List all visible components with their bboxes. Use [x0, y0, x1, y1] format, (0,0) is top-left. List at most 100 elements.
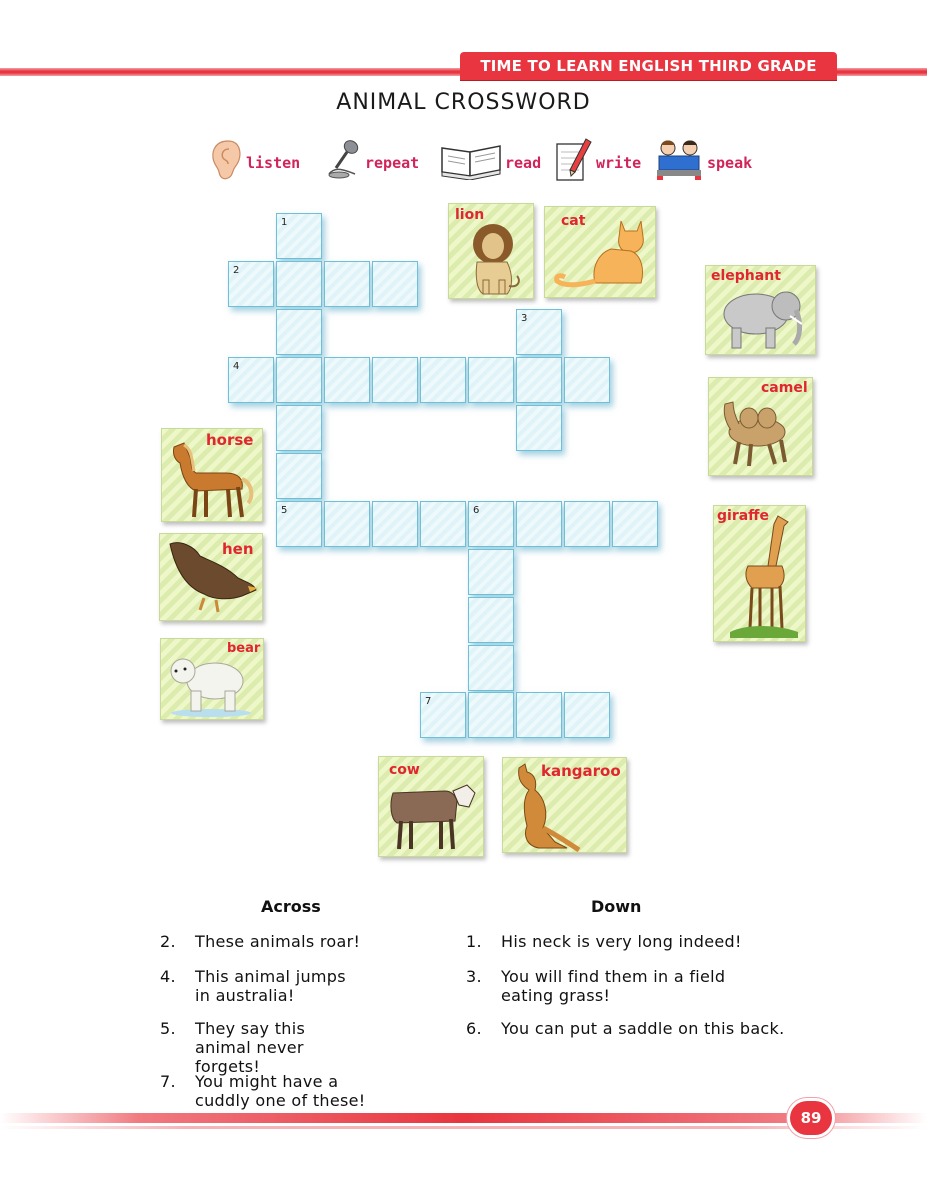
kids-talking-icon	[657, 140, 701, 180]
camel-picture	[723, 401, 787, 467]
footer-rule-thin	[0, 1126, 927, 1129]
down-clue: 6. You can put a saddle on this back.	[466, 1019, 796, 1039]
clue-text: You will find them in a field eating gra…	[501, 967, 726, 1005]
pencil-paper-icon	[556, 138, 592, 181]
clue-number: 6	[473, 505, 480, 516]
crossword-cell[interactable]: 2	[228, 261, 274, 307]
crossword-cell[interactable]: 4	[228, 357, 274, 403]
clue-num: 7.	[160, 1072, 176, 1091]
crossword-cell[interactable]	[276, 405, 322, 451]
crossword-cell[interactable]: 7	[420, 692, 466, 738]
cow-picture	[390, 784, 476, 850]
crossword-cell[interactable]	[324, 357, 370, 403]
clue-text: These animals roar!	[195, 932, 361, 951]
horse-picture	[173, 442, 254, 518]
elephant-picture	[723, 291, 803, 349]
animal-card-kangaroo: kangaroo	[502, 757, 627, 853]
crossword-cell[interactable]	[564, 357, 610, 403]
page-number: 89	[790, 1101, 832, 1135]
crossword-cell[interactable]: 3	[516, 309, 562, 355]
clue-number: 5	[281, 505, 288, 516]
crossword-cell[interactable]	[372, 501, 418, 547]
instruction-listen: listen	[208, 138, 308, 183]
clue-text: This animal jumps in australia!	[195, 967, 346, 1005]
crossword-cell[interactable]	[612, 501, 658, 547]
down-clue: 3. You will find them in a field eating …	[466, 967, 796, 1007]
ear-icon	[212, 140, 241, 180]
animal-card-lion: lion	[448, 203, 534, 299]
down-clue: 1. His neck is very long indeed!	[466, 932, 796, 952]
crossword-cell[interactable]	[468, 549, 514, 595]
cat-picture	[554, 220, 644, 288]
across-clue: 5. They say this animal never forgets!	[160, 1019, 430, 1076]
animal-label: elephant	[711, 268, 781, 284]
crossword-cell[interactable]	[468, 597, 514, 643]
animal-card-hen: hen	[159, 533, 263, 621]
animal-card-elephant: elephant	[705, 265, 816, 355]
book-icon	[441, 145, 501, 180]
clue-number: 7	[425, 696, 432, 707]
hen-picture	[169, 542, 258, 613]
crossword-cell[interactable]	[276, 357, 322, 403]
animal-label: lion	[455, 207, 485, 223]
instruction-speak: speak	[655, 138, 765, 183]
crossword-cell[interactable]	[468, 692, 514, 738]
clue-text: His neck is very long indeed!	[501, 932, 742, 951]
crossword-cell[interactable]	[372, 357, 418, 403]
instruction-read: read	[440, 138, 550, 183]
clue-number: 4	[233, 361, 240, 372]
crossword-cell[interactable]	[276, 261, 322, 307]
crossword-cell[interactable]	[564, 692, 610, 738]
crossword-cell[interactable]	[468, 357, 514, 403]
crossword-cell[interactable]	[516, 405, 562, 451]
animal-card-horse: horse	[161, 428, 263, 522]
crossword-cell[interactable]	[324, 501, 370, 547]
crossword-cell[interactable]	[276, 309, 322, 355]
instruction-label: read	[505, 154, 542, 172]
footer-rule	[0, 1113, 927, 1123]
crossword-cell[interactable]	[276, 453, 322, 499]
polar-bear-picture	[170, 658, 251, 717]
crossword-cell[interactable]	[516, 357, 562, 403]
lion-picture	[473, 224, 520, 295]
clue-number: 1	[281, 217, 288, 228]
animal-card-cat: cat	[544, 206, 656, 298]
clue-number: 3	[521, 313, 528, 324]
crossword-cell[interactable]: 1	[276, 213, 322, 259]
crossword-cell[interactable]	[468, 645, 514, 691]
instruction-write: write	[555, 138, 650, 183]
animal-card-giraffe: giraffe	[713, 505, 806, 642]
across-heading: Across	[261, 897, 321, 916]
clue-text: They say this animal never forgets!	[195, 1019, 306, 1076]
clue-num: 4.	[160, 967, 176, 986]
clue-num: 3.	[466, 967, 482, 986]
clue-text: You might have a cuddly one of these!	[195, 1072, 366, 1110]
crossword-cell[interactable]	[564, 501, 610, 547]
page-title: ANIMAL CROSSWORD	[336, 90, 591, 115]
kangaroo-picture	[518, 763, 581, 852]
animal-card-camel: camel	[708, 377, 813, 476]
crossword-cell[interactable]	[516, 692, 562, 738]
animal-card-cow: cow	[378, 756, 484, 857]
clue-num: 1.	[466, 932, 482, 951]
instruction-label: repeat	[365, 154, 420, 172]
instruction-label: listen	[246, 154, 301, 172]
crossword-cell[interactable]	[420, 501, 466, 547]
clue-number: 2	[233, 265, 240, 276]
crossword-cell[interactable]	[516, 501, 562, 547]
crossword-cell[interactable]: 5	[276, 501, 322, 547]
series-title: TIME TO LEARN ENGLISH THIRD GRADE	[480, 57, 817, 75]
crossword-cell[interactable]	[372, 261, 418, 307]
instruction-label: write	[596, 154, 642, 172]
giraffe-picture	[730, 515, 798, 638]
microphone-icon	[328, 140, 359, 179]
down-heading: Down	[591, 897, 642, 916]
clue-num: 2.	[160, 932, 176, 951]
clue-num: 6.	[466, 1019, 482, 1038]
crossword-cell[interactable]: 6	[468, 501, 514, 547]
crossword-cell[interactable]	[324, 261, 370, 307]
animal-card-bear: bear	[160, 638, 264, 720]
crossword-cell[interactable]	[420, 357, 466, 403]
clue-num: 5.	[160, 1019, 176, 1038]
instruction-label: speak	[707, 154, 753, 172]
